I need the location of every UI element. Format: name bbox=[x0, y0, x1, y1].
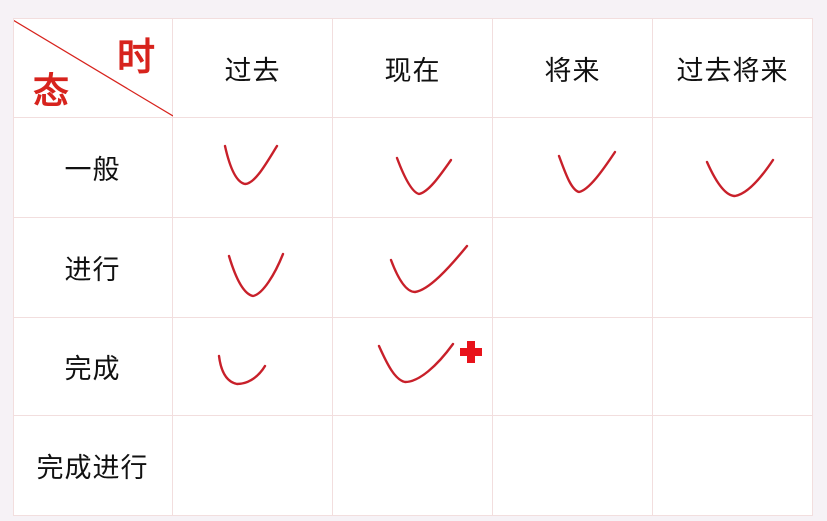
check-mark-icon bbox=[227, 252, 285, 298]
check-mark-icon bbox=[705, 158, 775, 198]
column-header-future: 将来 bbox=[493, 18, 653, 118]
column-header-present: 现在 bbox=[333, 18, 493, 118]
tense-table: 时 态 过去 现在 将来 过去将来 一般 进行 完成 完成进行 bbox=[13, 18, 813, 516]
cell-progressive-past-future bbox=[653, 218, 813, 318]
check-mark-icon bbox=[395, 156, 453, 196]
corner-cell: 时 态 bbox=[13, 18, 173, 118]
column-header-past-future: 过去将来 bbox=[653, 18, 813, 118]
cell-perfect-progressive-past-future bbox=[653, 416, 813, 516]
red-plus-cursor-icon bbox=[460, 341, 482, 363]
screen-frame: 时 态 过去 现在 将来 过去将来 一般 进行 完成 完成进行 bbox=[0, 0, 827, 521]
cell-perfect-past-future bbox=[653, 318, 813, 416]
row-header-progressive: 进行 bbox=[13, 218, 173, 318]
check-mark-icon bbox=[217, 354, 267, 386]
corner-aspect-label: 态 bbox=[33, 70, 71, 112]
row-header-simple: 一般 bbox=[13, 118, 173, 218]
column-header-past: 过去 bbox=[173, 18, 333, 118]
check-mark-icon bbox=[377, 342, 455, 384]
check-mark-icon bbox=[389, 244, 469, 294]
corner-time-label: 时 bbox=[117, 34, 157, 79]
cell-perfect-progressive-future bbox=[493, 416, 653, 516]
cell-perfect-future bbox=[493, 318, 653, 416]
row-header-perfect-progressive: 完成进行 bbox=[13, 416, 173, 516]
check-mark-icon bbox=[223, 144, 279, 186]
cell-perfect-progressive-present bbox=[333, 416, 493, 516]
check-mark-icon bbox=[557, 150, 617, 194]
row-header-perfect: 完成 bbox=[13, 318, 173, 416]
cell-perfect-progressive-past bbox=[173, 416, 333, 516]
cell-progressive-future bbox=[493, 218, 653, 318]
